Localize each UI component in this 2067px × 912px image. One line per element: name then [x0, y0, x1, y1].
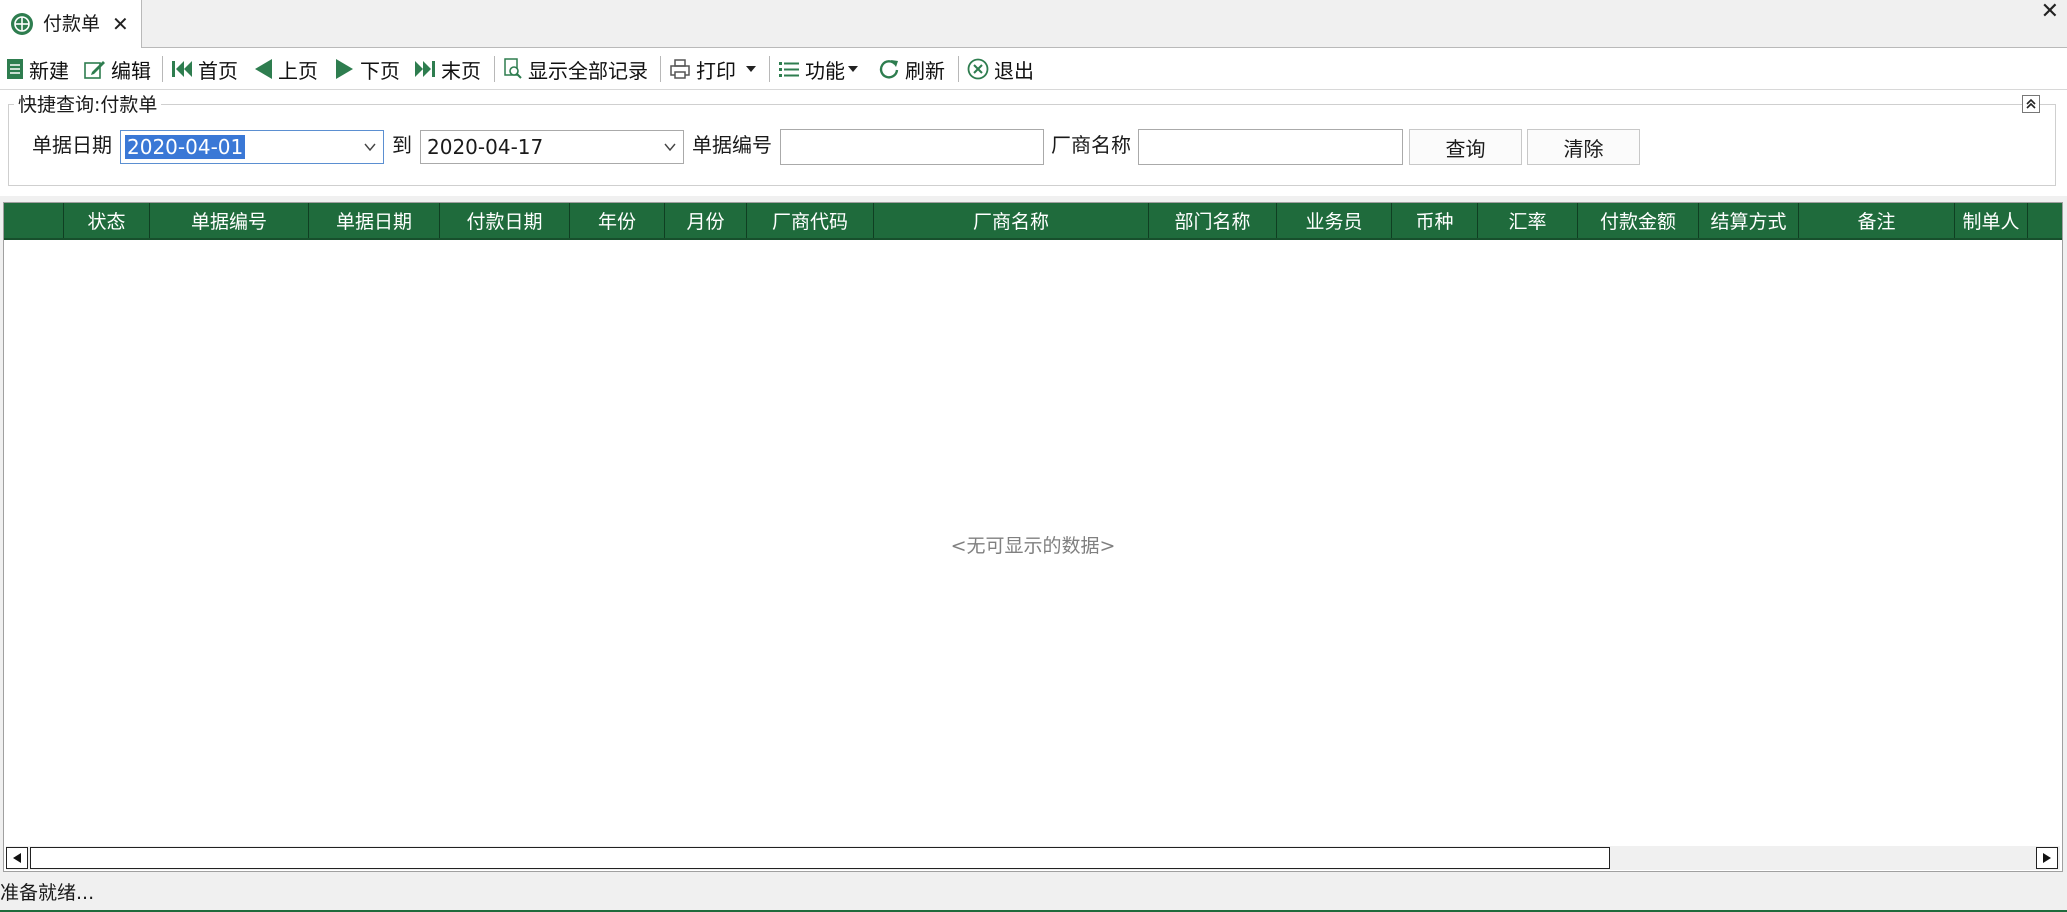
column-header[interactable]: 备注 [1799, 203, 1955, 238]
exit-button[interactable]: 退出 [967, 54, 1034, 84]
quick-query-title: 快捷查询:付款单 [14, 94, 162, 116]
toolbar: 新建 编辑 首页 上页 下页 末页 显示全部记录 打印 功能 刷新 退出 [0, 48, 2067, 90]
to-label: 到 [392, 133, 412, 157]
dropdown-caret-icon [746, 66, 756, 72]
query-button[interactable]: 查询 [1409, 129, 1522, 165]
double-chevron-up-icon [2026, 98, 2036, 109]
column-header[interactable]: 年份 [570, 203, 665, 238]
prev-page-button[interactable]: 上页 [253, 54, 318, 84]
prev-page-label: 上页 [278, 58, 318, 83]
show-all-records-button[interactable]: 显示全部记录 [503, 54, 648, 84]
globe-icon [11, 13, 33, 35]
column-header[interactable]: 汇率 [1478, 203, 1578, 238]
column-header[interactable]: 月份 [665, 203, 747, 238]
exit-label: 退出 [994, 58, 1034, 83]
last-page-button[interactable]: 末页 [414, 54, 481, 84]
document-search-icon [504, 58, 522, 79]
empty-grid-message: <无可显示的数据> [950, 535, 1116, 557]
column-header[interactable]: 业务员 [1277, 203, 1392, 238]
column-header[interactable]: 厂商名称 [874, 203, 1149, 238]
toolbar-separator [958, 56, 959, 82]
edit-button-label: 编辑 [111, 58, 151, 83]
tab-title: 付款单 [43, 13, 101, 35]
new-button[interactable]: 新建 [6, 54, 69, 84]
window-close-icon[interactable]: ✕ [2041, 0, 2059, 24]
grid-header: 状态 单据编号 单据日期 付款日期 年份 月份 厂商代码 厂商名称 部门名称 业… [4, 203, 2062, 240]
column-header[interactable]: 厂商代码 [747, 203, 874, 238]
refresh-label: 刷新 [905, 58, 945, 83]
arrow-left-icon [13, 853, 21, 863]
collapse-panel-button[interactable] [2022, 95, 2040, 113]
edit-icon [84, 61, 105, 79]
refresh-button[interactable]: 刷新 [878, 54, 945, 84]
date-from-picker[interactable]: 2020-04-01 [120, 130, 384, 164]
toolbar-separator [769, 56, 770, 82]
first-page-label: 首页 [198, 58, 238, 83]
scrollbar-thumb[interactable] [30, 847, 1610, 869]
next-page-label: 下页 [360, 58, 400, 83]
dropdown-caret-icon [848, 66, 858, 72]
arrow-right-icon [2043, 853, 2051, 863]
show-all-records-label: 显示全部记录 [528, 58, 648, 83]
toolbar-separator [494, 56, 495, 82]
horizontal-scrollbar[interactable] [6, 846, 2060, 870]
payment-order-grid[interactable]: 状态 单据编号 单据日期 付款日期 年份 月份 厂商代码 厂商名称 部门名称 业… [3, 202, 2063, 872]
column-header[interactable]: 状态 [64, 203, 150, 238]
status-text: 准备就绪... [0, 882, 95, 904]
next-page-button[interactable]: 下页 [335, 54, 400, 84]
quick-query-panel: 快捷查询:付款单 单据日期 2020-04-01 到 2020-04-17 单据… [0, 90, 2067, 196]
toolbar-separator [162, 56, 163, 82]
function-label: 功能 [805, 58, 845, 83]
column-header[interactable]: 结算方式 [1699, 203, 1799, 238]
exit-icon [967, 58, 989, 80]
vendor-name-input[interactable] [1138, 129, 1403, 165]
next-page-icon [336, 59, 353, 79]
clear-button[interactable]: 清除 [1527, 129, 1640, 165]
toolbar-separator [660, 56, 661, 82]
date-from-value: 2020-04-01 [125, 135, 246, 159]
list-icon [779, 62, 799, 77]
prev-page-icon [255, 59, 272, 79]
doc-number-input[interactable] [780, 129, 1044, 165]
new-document-icon [7, 59, 23, 79]
printer-icon [670, 59, 690, 79]
document-tab-strip: 付款单 ✕ ✕ [0, 0, 2067, 48]
print-button[interactable]: 打印 [669, 54, 763, 84]
row-indicator-header [4, 203, 64, 238]
date-to-picker[interactable]: 2020-04-17 [420, 130, 684, 164]
filler-header [2028, 203, 2062, 238]
column-header[interactable]: 付款金额 [1578, 203, 1699, 238]
new-button-label: 新建 [29, 58, 69, 83]
column-header[interactable]: 付款日期 [440, 203, 570, 238]
first-page-button[interactable]: 首页 [171, 54, 238, 84]
tab-payment-order[interactable]: 付款单 ✕ [0, 0, 142, 48]
scroll-left-button[interactable] [6, 847, 28, 869]
edit-button[interactable]: 编辑 [84, 54, 151, 84]
scroll-right-button[interactable] [2036, 847, 2058, 869]
print-label: 打印 [696, 58, 736, 83]
column-header[interactable]: 币种 [1392, 203, 1478, 238]
status-bar: 准备就绪... [0, 876, 2067, 912]
column-header[interactable]: 单据编号 [150, 203, 309, 238]
first-page-icon [172, 61, 192, 77]
vendor-name-label: 厂商名称 [1051, 133, 1131, 157]
function-menu-button[interactable]: 功能 [778, 54, 864, 84]
column-header[interactable]: 部门名称 [1149, 203, 1277, 238]
column-header[interactable]: 制单人 [1955, 203, 2028, 238]
chevron-down-icon [664, 143, 676, 152]
column-header[interactable]: 单据日期 [309, 203, 440, 238]
close-tab-icon[interactable]: ✕ [112, 12, 129, 36]
doc-number-label: 单据编号 [692, 133, 772, 157]
last-page-icon [415, 61, 435, 77]
refresh-icon [879, 60, 899, 79]
chevron-down-icon [364, 143, 376, 152]
date-to-value: 2020-04-17 [427, 135, 544, 159]
last-page-label: 末页 [441, 58, 481, 83]
doc-date-label: 单据日期 [32, 133, 112, 157]
